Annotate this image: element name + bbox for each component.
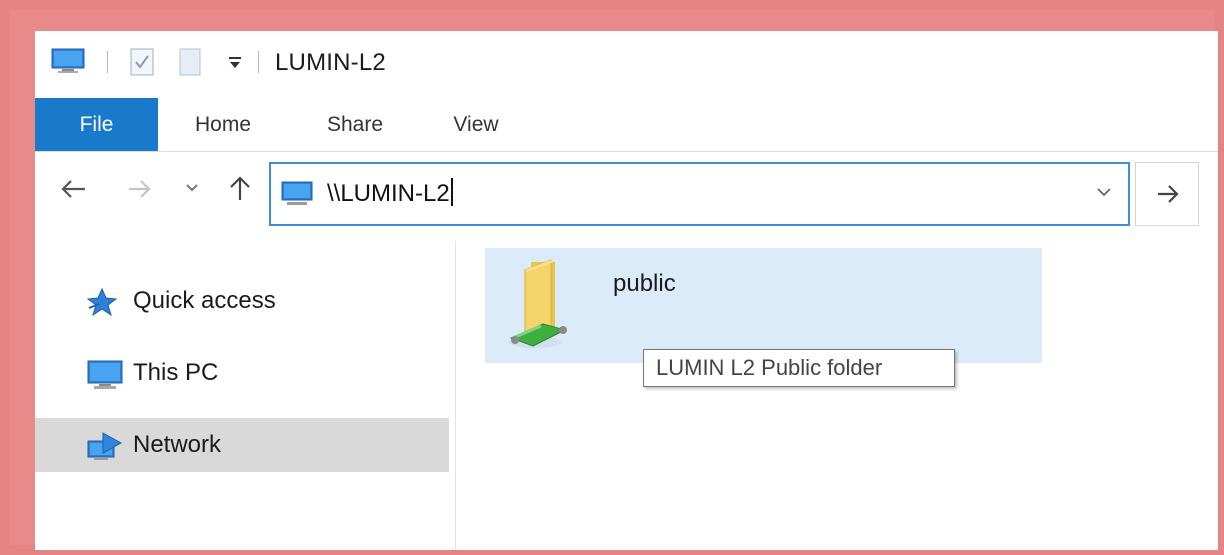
star-icon: [87, 288, 117, 316]
text-cursor: [450, 178, 453, 206]
properties-icon[interactable]: [130, 48, 154, 76]
ribbon-tabs: File Home Share View: [35, 98, 1218, 152]
sidebar-item-label: Quick access: [133, 287, 276, 314]
up-arrow-icon[interactable]: [228, 175, 252, 201]
chevron-down-icon[interactable]: [1096, 186, 1112, 198]
right-arrow-icon: [1158, 185, 1179, 203]
address-input[interactable]: \\LUMIN-L2: [327, 178, 453, 208]
navigation-pane: Quick access This PC Network: [35, 241, 456, 550]
customize-toolbar-icon[interactable]: [228, 54, 242, 70]
recent-locations-icon[interactable]: [185, 183, 199, 193]
sidebar-item-network[interactable]: Network: [35, 418, 449, 472]
tab-share[interactable]: Share: [317, 98, 393, 151]
toolbar-separator: [107, 51, 108, 73]
folder-name: public: [613, 270, 676, 297]
computer-icon[interactable]: [51, 48, 85, 74]
address-value: \\LUMIN-L2: [327, 180, 450, 207]
back-arrow-icon[interactable]: [59, 178, 87, 200]
window-title: LUMIN-L2: [275, 49, 386, 76]
address-bar[interactable]: \\LUMIN-L2: [269, 162, 1130, 226]
tab-file[interactable]: File: [35, 98, 158, 151]
explorer-window: LUMIN-L2 File Home Share View \\LUMIN-L2: [35, 31, 1218, 550]
tooltip: LUMIN L2 Public folder: [643, 349, 955, 387]
folder-item-public[interactable]: public: [485, 248, 1042, 363]
title-bar: LUMIN-L2: [35, 31, 1218, 95]
sidebar-item-quick-access[interactable]: Quick access: [35, 274, 449, 328]
shared-folder-icon: [509, 259, 567, 348]
toolbar-separator: [258, 51, 259, 73]
computer-icon: [281, 181, 313, 205]
new-folder-icon[interactable]: [179, 48, 201, 76]
tab-view[interactable]: View: [445, 98, 507, 151]
computer-icon: [87, 360, 123, 389]
sidebar-item-label: This PC: [133, 359, 219, 386]
tab-home[interactable]: Home: [183, 98, 263, 151]
sidebar-item-label: Network: [133, 431, 222, 458]
forward-arrow-icon[interactable]: [127, 178, 153, 200]
sidebar-item-this-pc[interactable]: This PC: [35, 346, 449, 400]
go-button[interactable]: [1135, 162, 1199, 226]
screenshot-frame: LUMIN-L2 File Home Share View \\LUMIN-L2: [0, 0, 1224, 555]
network-icon: [87, 432, 123, 460]
